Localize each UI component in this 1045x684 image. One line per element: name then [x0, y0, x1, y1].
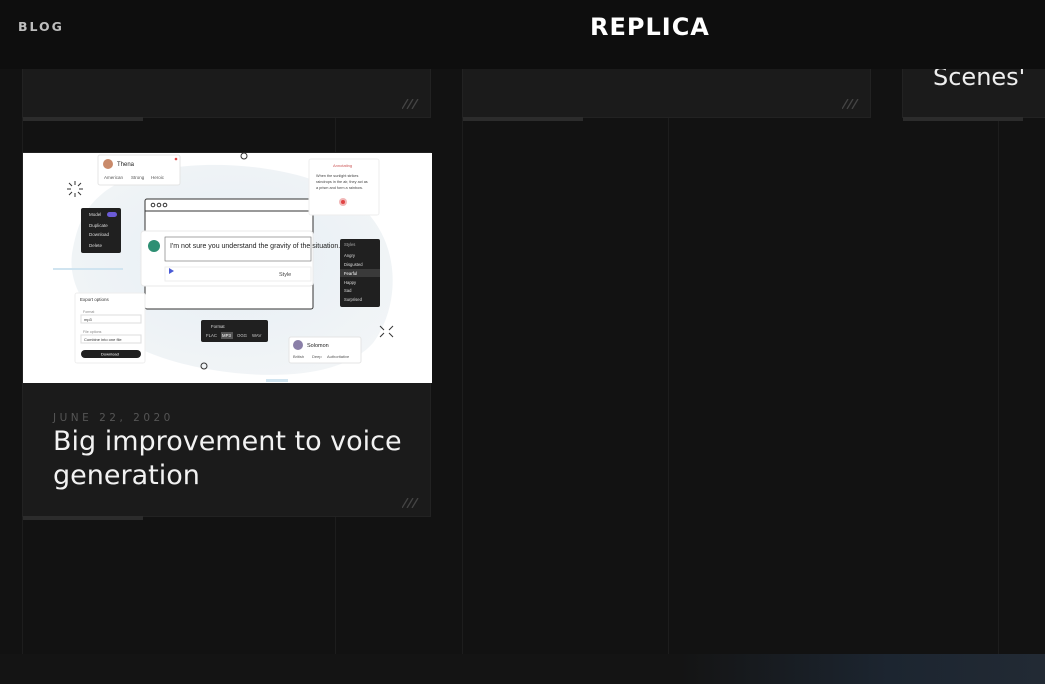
svg-text:a prism and form a rainbow.: a prism and form a rainbow.: [316, 186, 363, 190]
svg-text:Duplicate: Duplicate: [89, 223, 108, 228]
svg-text:raindrops in the air, they act: raindrops in the air, they act as: [316, 180, 368, 184]
svg-text:Delete: Delete: [89, 243, 103, 248]
hatch-icon: [842, 99, 860, 109]
svg-text:Solomon: Solomon: [307, 343, 329, 349]
svg-text:Combine into one file: Combine into one file: [84, 337, 122, 342]
svg-text:Annotating: Annotating: [333, 163, 352, 168]
svg-text:Download: Download: [101, 352, 119, 357]
svg-text:File options: File options: [83, 330, 102, 334]
card-accent: [903, 117, 1023, 121]
svg-text:MP3: MP3: [222, 333, 231, 338]
svg-text:Fearful: Fearful: [344, 271, 357, 276]
svg-text:Strong: Strong: [131, 175, 145, 180]
site-header: BLOG REPLICA: [0, 0, 1045, 69]
card-accent: [23, 516, 143, 520]
svg-text:American: American: [104, 175, 124, 180]
svg-text:British: British: [293, 354, 304, 359]
svg-text:mp3: mp3: [84, 317, 93, 322]
spinner-icon: [67, 181, 83, 197]
svg-text:Happy: Happy: [344, 280, 357, 285]
svg-text:Disgusted: Disgusted: [344, 262, 363, 267]
post-title-link[interactable]: Big improvement to voice generation: [53, 425, 413, 493]
svg-text:Format: Format: [83, 310, 94, 314]
svg-text:Surprised: Surprised: [344, 297, 363, 302]
footer-band: [0, 654, 1045, 684]
svg-text:FLAC: FLAC: [206, 333, 217, 338]
featured-post-card[interactable]: Thena American Strong Heroic Model Dupli…: [22, 152, 432, 520]
svg-text:Styles: Styles: [344, 242, 355, 247]
svg-text:Export options: Export options: [80, 297, 110, 302]
svg-text:Thena: Thena: [117, 162, 135, 168]
card-accent: [23, 117, 143, 121]
post-thumbnail[interactable]: Thena American Strong Heroic Model Dupli…: [23, 153, 432, 383]
card-accent: [463, 117, 583, 121]
post-date: JUNE 22, 2020: [53, 412, 174, 424]
blog-nav-link[interactable]: BLOG: [18, 19, 64, 34]
replica-logo[interactable]: REPLICA: [590, 13, 710, 41]
svg-text:Download: Download: [89, 232, 110, 237]
svg-text:Deep: Deep: [312, 354, 322, 359]
expand-icon: [379, 325, 394, 338]
logo-text: REPLICA: [590, 13, 710, 41]
svg-text:WAV: WAV: [252, 333, 261, 338]
svg-text:Angry: Angry: [344, 253, 356, 258]
svg-text:Authoritative: Authoritative: [327, 354, 350, 359]
hatch-icon: [402, 99, 420, 109]
svg-text:Sad: Sad: [344, 288, 352, 293]
svg-text:OGG: OGG: [237, 333, 248, 338]
svg-text:Model: Model: [89, 212, 101, 217]
svg-text:When the sunlight strikes: When the sunlight strikes: [316, 174, 359, 178]
hatch-icon: [402, 498, 420, 508]
thumbnail-illustration: Thena American Strong Heroic Model Dupli…: [53, 153, 394, 382]
svg-text:Format: Format: [211, 324, 225, 329]
svg-text:Heroic: Heroic: [151, 175, 165, 180]
svg-text:Style: Style: [279, 272, 291, 278]
